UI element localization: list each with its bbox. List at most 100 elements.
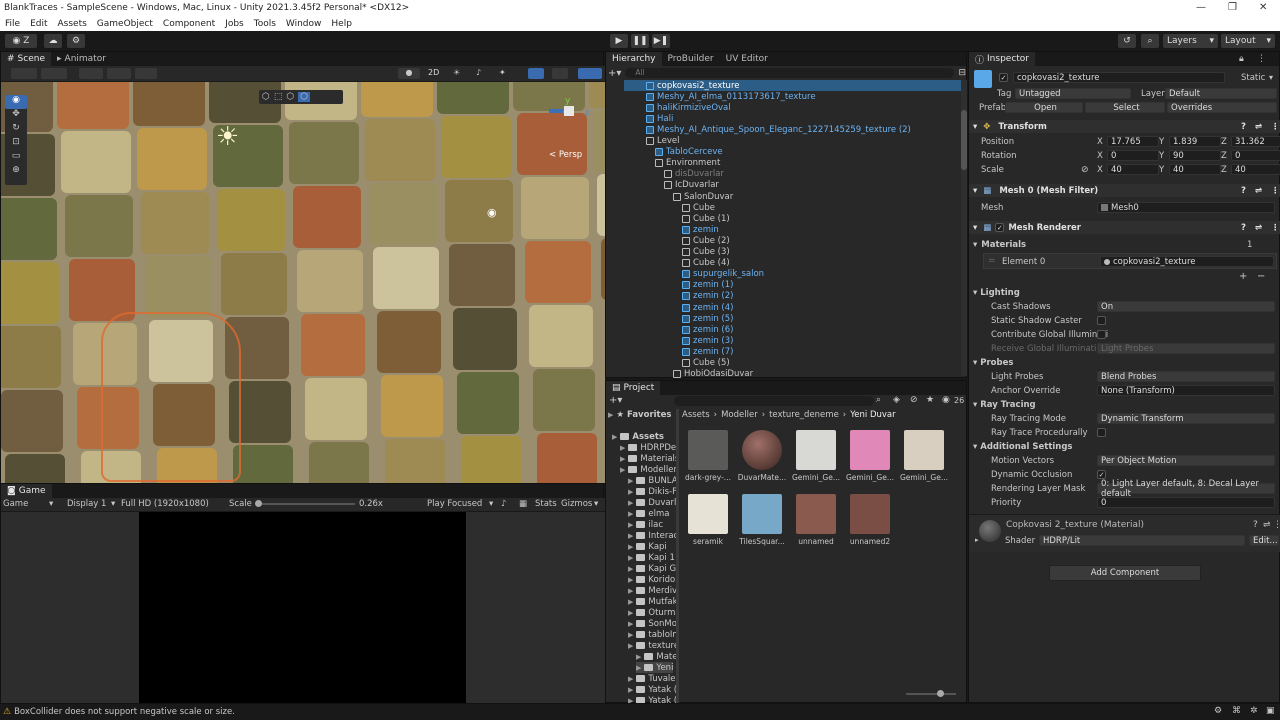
rect-tool-icon[interactable]: ▭	[5, 151, 27, 165]
folder-tree-item[interactable]: ▶ Yeni	[636, 662, 674, 673]
remove-element-icon[interactable]: −	[1257, 271, 1265, 282]
hierarchy-item[interactable]: SalonDuvar	[673, 191, 733, 202]
orientation-gizmo[interactable]: y z	[547, 96, 593, 136]
menu-component[interactable]: Component	[158, 19, 220, 29]
grid-snap-icon[interactable]	[79, 68, 103, 79]
prefab-overrides-dropdown[interactable]: Overrides	[1167, 102, 1277, 113]
chevron-right-icon[interactable]: ▶	[636, 664, 641, 672]
collab-icon[interactable]: ⚙	[67, 34, 85, 48]
asset-label[interactable]: seramik	[682, 537, 734, 546]
prefab-select-button[interactable]: Select	[1085, 102, 1165, 113]
filter-icon[interactable]: ⊟	[958, 68, 966, 78]
breadcrumb-item[interactable]: Assets	[682, 410, 710, 420]
hierarchy-item[interactable]: Cube (1)	[682, 213, 730, 224]
position-y-input[interactable]: 1.839	[1169, 136, 1221, 147]
chevron-right-icon[interactable]: ▶	[628, 488, 633, 496]
position-z-input[interactable]: 31.362	[1231, 136, 1280, 147]
active-checkbox[interactable]: ✓	[999, 73, 1008, 82]
preset-icon[interactable]: ⇌	[1255, 122, 1262, 132]
axis-z-label[interactable]: Z	[1221, 137, 1227, 147]
asset-thumbnail[interactable]	[850, 494, 890, 534]
asset-thumbnail[interactable]	[742, 494, 782, 534]
mode-2d-toggle[interactable]: 2D	[428, 68, 444, 79]
ray-trace-procedurally-checkbox[interactable]	[1097, 428, 1106, 437]
hierarchy-item[interactable]: Meshy_AI_elma_0113173617_texture	[646, 91, 816, 102]
material-title[interactable]: Copkovasi 2_texture (Material)	[1006, 520, 1144, 530]
menu-window[interactable]: Window	[281, 19, 327, 29]
asset-label[interactable]: unnamed2	[844, 537, 896, 546]
game-mode-dropdown[interactable]: Game	[3, 499, 28, 509]
chevron-right-icon[interactable]: ▶	[620, 455, 625, 463]
object-mode-icon[interactable]: ⬡	[262, 92, 270, 102]
view-tool-icon[interactable]: ◉	[5, 95, 27, 109]
add-element-icon[interactable]: +	[1239, 271, 1247, 282]
network-icon[interactable]: ⌘	[1232, 706, 1241, 716]
menu-file[interactable]: File	[0, 19, 25, 29]
hierarchy-item[interactable]: Cube (2)	[682, 235, 730, 246]
search-icon[interactable]: ⌕	[1141, 34, 1159, 48]
draw-mode-dropdown[interactable]	[11, 68, 37, 79]
chevron-right-icon[interactable]: ▶	[628, 675, 633, 683]
chevron-right-icon[interactable]: ▶	[612, 433, 617, 441]
hidden-objects-icon[interactable]	[528, 68, 544, 79]
step-button[interactable]: ▶❚	[652, 34, 670, 48]
rotate-tool-icon[interactable]: ↻	[5, 123, 27, 137]
folder-tree-item[interactable]: ▶ texture	[628, 640, 676, 651]
hierarchy-item[interactable]: Cube (5)	[682, 358, 730, 369]
move-tool-icon[interactable]: ✥	[5, 109, 27, 123]
materials-foldout[interactable]: ▾ Materials 1	[969, 238, 1280, 251]
transform-header[interactable]: ▾ ✥ Transform ? ⇌ ⋮	[969, 120, 1280, 133]
tag-dropdown[interactable]: Untagged	[1015, 88, 1131, 99]
increment-snap-icon[interactable]	[135, 68, 157, 79]
menu-jobs[interactable]: Jobs	[220, 19, 249, 29]
game-viewport[interactable]	[139, 512, 466, 704]
chevron-down-icon[interactable]: ▾	[1269, 73, 1273, 82]
element0-field[interactable]: copkovasi2_texture	[1100, 256, 1274, 267]
folder-tree-item[interactable]: ▶ Mate	[636, 651, 676, 662]
folder-tree-item[interactable]: ▶ elma	[628, 508, 669, 519]
folder-tree-item[interactable]: ▶ Koridor	[628, 574, 676, 585]
cast-shadows-dropdown[interactable]: On	[1097, 301, 1275, 312]
more-icon[interactable]: ⋮	[1273, 520, 1280, 530]
status-message[interactable]: BoxCollider does not support negative sc…	[14, 707, 235, 717]
menu-tools[interactable]: Tools	[249, 19, 281, 29]
add-icon[interactable]: +▾	[609, 395, 622, 406]
asset-label[interactable]: Gemini_Ge...	[790, 473, 842, 482]
folder-tree-item[interactable]: ▶ Merdiv	[628, 585, 676, 596]
notifications-icon[interactable]: ▣	[1266, 706, 1275, 716]
hierarchy-item[interactable]: HobiOdasiDuvar	[673, 369, 753, 378]
asset-thumbnail[interactable]	[688, 494, 728, 534]
priority-field[interactable]: 0	[1097, 497, 1275, 508]
shortcuts-icon[interactable]: ▦	[519, 499, 527, 509]
history-icon[interactable]: ↺	[1118, 34, 1136, 48]
chevron-right-icon[interactable]: ▶	[620, 444, 625, 452]
folder-tree-item[interactable]: ▶ Kapi Gi	[628, 563, 676, 574]
object-name-input[interactable]: copkovasi2_texture	[1013, 72, 1225, 83]
rotation-y-input[interactable]: 90	[1169, 150, 1221, 161]
chevron-right-icon[interactable]: ▶	[628, 521, 633, 529]
folder-tree-item[interactable]: ▶ Modeller	[620, 464, 676, 475]
shader-dropdown[interactable]: HDRP/Lit	[1039, 535, 1245, 546]
hierarchy-item[interactable]: Cube	[682, 202, 715, 213]
help-icon[interactable]: ?	[1241, 122, 1246, 132]
scene-viewport[interactable]: ☀ ◉ y z < Persp ◉ ✥ ↻ ⊡ ▭ ⊕ ⬡ ⬚ ⬡ ⬡	[1, 82, 605, 483]
hierarchy-item[interactable]: disDuvarlar	[664, 169, 724, 180]
asset-label[interactable]: TilesSquar...	[736, 537, 788, 546]
chevron-right-icon[interactable]: ▶	[628, 609, 633, 617]
chevron-right-icon[interactable]: ▶	[628, 587, 633, 595]
tab-project[interactable]: ▤ Project	[606, 381, 661, 395]
hierarchy-item[interactable]: haliKirmiziveOval	[646, 102, 731, 113]
chevron-right-icon[interactable]: ▶	[628, 510, 633, 518]
scale-y-input[interactable]: 40	[1169, 164, 1221, 175]
star-icon[interactable]: ★	[926, 395, 934, 405]
chevron-right-icon[interactable]: ▶	[628, 543, 633, 551]
folder-tree-item[interactable]: ▶ Assets	[612, 431, 664, 442]
tab-hierarchy[interactable]: Hierarchy	[606, 52, 662, 66]
layers-dropdown[interactable]: Layers ▾	[1163, 34, 1218, 48]
asset-label[interactable]: Gemini_Ge...	[844, 473, 896, 482]
prefab-open-button[interactable]: Open	[1005, 102, 1083, 113]
hierarchy-item[interactable]: zemin (6)	[682, 324, 733, 335]
pause-button[interactable]: ❚❚	[631, 34, 649, 48]
scale-z-input[interactable]: 40	[1231, 164, 1280, 175]
probes-foldout[interactable]: ▾ Probes	[973, 358, 1013, 368]
